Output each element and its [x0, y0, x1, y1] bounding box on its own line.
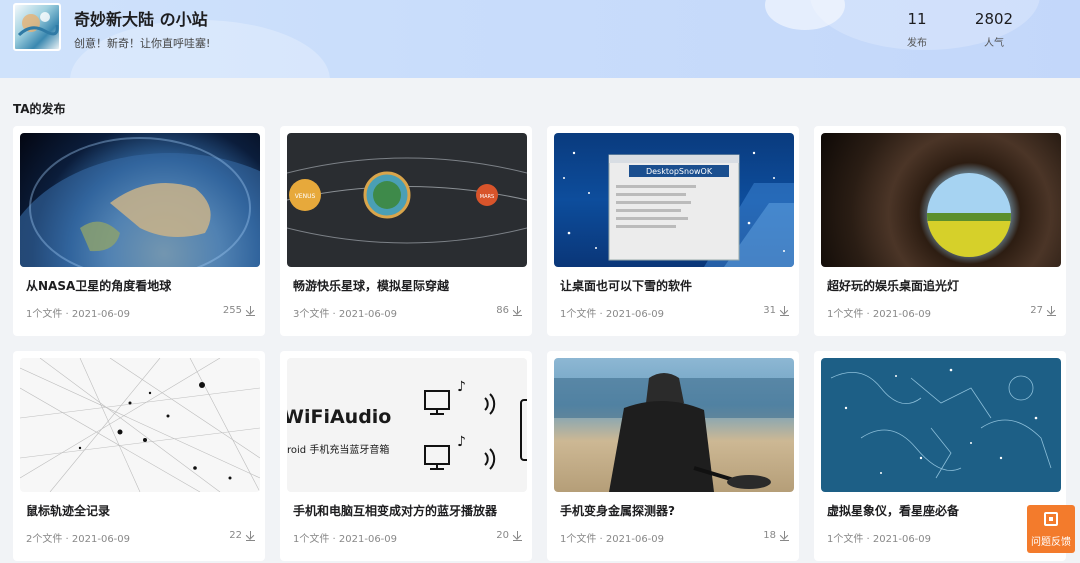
post-title[interactable]: 畅游快乐星球，模拟星际穿越	[293, 277, 449, 294]
download-count[interactable]: 20	[496, 530, 522, 541]
section-title: TA的发布	[13, 102, 66, 116]
post-title[interactable]: 手机变身金属探测器?	[560, 502, 675, 519]
post-card[interactable]: 从NASA卫星的角度看地球 1个文件 · 2021-06-09 255	[13, 126, 265, 336]
profile-header: 奇妙新大陆 の小站 创意！新奇！让你直呼哇塞! 11 发布 2802 人气	[0, 0, 1080, 78]
post-title[interactable]: 让桌面也可以下雪的软件	[560, 277, 692, 294]
post-meta: 1个文件 · 2021-06-09	[827, 309, 932, 320]
download-count[interactable]: 255	[223, 305, 255, 316]
download-icon	[780, 530, 789, 541]
post-title[interactable]: 虚拟星象仪，看星座必备	[827, 502, 959, 519]
post-card[interactable]: WiFiAudio roid 手机充当蓝牙音箱 ♪ ♪ 手机和电脑互相变成对方的…	[280, 351, 532, 561]
post-title[interactable]: 鼠标轨迹全记录	[26, 502, 110, 519]
stat-value: 11	[907, 10, 927, 28]
download-count-value: 31	[763, 305, 776, 316]
feedback-button[interactable]: 问题反馈	[1027, 505, 1075, 553]
download-count-value: 20	[496, 530, 509, 541]
download-count[interactable]: 22	[229, 530, 255, 541]
wifi-audio-title: WiFiAudio	[287, 406, 391, 428]
post-meta: 1个文件 · 2021-06-09	[560, 309, 665, 320]
planet-label: MARS	[480, 194, 494, 200]
download-icon	[246, 305, 255, 316]
post-thumbnail[interactable]: WiFiAudio roid 手机充当蓝牙音箱 ♪ ♪	[287, 358, 527, 492]
wifi-audio-subtitle: roid 手机充当蓝牙音箱	[287, 443, 389, 456]
download-count[interactable]: 27	[1030, 305, 1056, 316]
post-thumbnail[interactable]	[821, 133, 1061, 267]
stat-label: 发布	[907, 38, 927, 49]
download-count[interactable]: 18	[763, 530, 789, 541]
post-title[interactable]: 超好玩的娱乐桌面追光灯	[827, 277, 959, 294]
post-thumbnail[interactable]	[20, 358, 260, 492]
post-meta: 1个文件 · 2021-06-09	[293, 534, 398, 545]
download-icon	[1047, 305, 1056, 316]
feedback-icon	[1044, 512, 1058, 526]
post-card[interactable]: 超好玩的娱乐桌面追光灯 1个文件 · 2021-06-09 27	[814, 126, 1066, 336]
download-count-value: 255	[222, 305, 242, 316]
post-meta: 3个文件 · 2021-06-09	[293, 309, 398, 320]
download-icon	[780, 305, 789, 316]
post-thumbnail[interactable]: DesktopSnowOK	[554, 133, 794, 267]
feedback-label: 问题反馈	[1031, 537, 1071, 548]
post-title[interactable]: 手机和电脑互相变成对方的蓝牙播放器	[293, 502, 497, 519]
download-count[interactable]: 31	[763, 305, 789, 316]
svg-text:♪: ♪	[457, 379, 466, 395]
download-count[interactable]: 86	[496, 305, 522, 316]
site-description: 创意！新奇！让你直呼哇塞!	[74, 37, 211, 50]
post-card[interactable]: DesktopSnowOK 让桌面也可以下雪的软件 1个文件 · 2021-06…	[547, 126, 799, 336]
download-count-value: 86	[496, 305, 509, 316]
avatar[interactable]	[13, 3, 61, 51]
svg-text:♪: ♪	[457, 434, 466, 450]
post-meta: 1个文件 · 2021-06-09	[26, 309, 131, 320]
post-card[interactable]: 鼠标轨迹全记录 2个文件 · 2021-06-09 22	[13, 351, 265, 561]
site-name: 奇妙新大陆 の小站	[74, 10, 208, 29]
download-count-value: 22	[229, 530, 242, 541]
post-thumbnail[interactable]: VENUS MARS	[287, 133, 527, 267]
stat-popularity: 2802 人气	[970, 10, 1018, 49]
download-icon	[246, 530, 255, 541]
post-thumbnail[interactable]	[554, 358, 794, 492]
post-card[interactable]: 手机变身金属探测器? 1个文件 · 2021-06-09 18	[547, 351, 799, 561]
download-icon	[513, 305, 522, 316]
stat-label: 人气	[984, 38, 1004, 49]
download-icon	[513, 530, 522, 541]
planet-label: VENUS	[295, 193, 316, 200]
post-meta: 1个文件 · 2021-06-09	[560, 534, 665, 545]
download-count-value: 27	[1030, 305, 1043, 316]
snow-app-title: DesktopSnowOK	[646, 167, 713, 176]
post-thumbnail[interactable]	[20, 133, 260, 267]
post-meta: 1个文件 · 2021-06-09	[827, 534, 932, 545]
download-count-value: 18	[763, 530, 776, 541]
post-thumbnail[interactable]	[821, 358, 1061, 492]
post-title[interactable]: 从NASA卫星的角度看地球	[26, 277, 171, 294]
stat-value: 2802	[974, 10, 1014, 28]
stat-posts: 11 发布	[897, 10, 937, 49]
post-meta: 2个文件 · 2021-06-09	[26, 534, 131, 545]
post-card[interactable]: VENUS MARS 畅游快乐星球，模拟星际穿越 3个文件 · 2021-06-…	[280, 126, 532, 336]
